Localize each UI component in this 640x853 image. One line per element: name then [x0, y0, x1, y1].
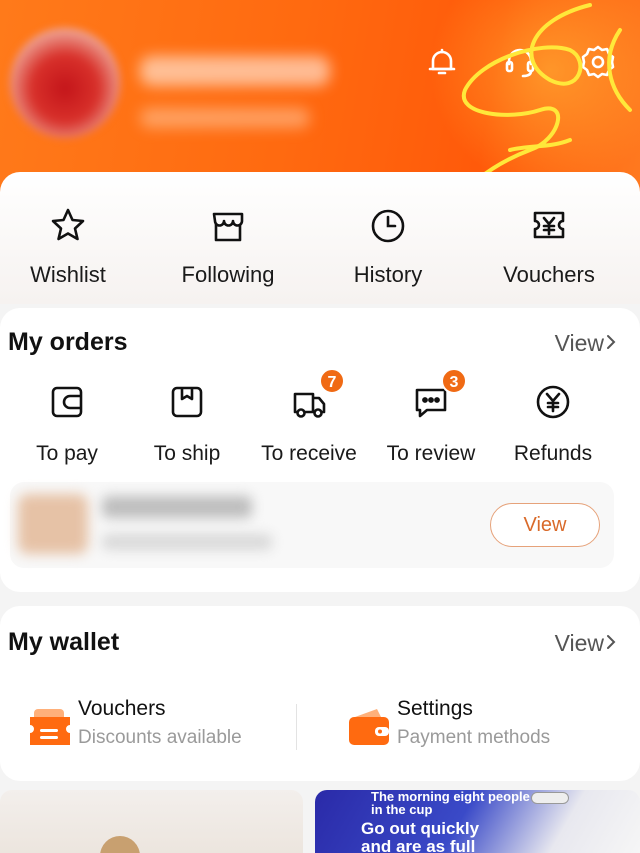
quick-link-label: History	[353, 262, 423, 287]
store-icon	[212, 212, 244, 242]
banner-tag	[531, 792, 569, 804]
order-to-ship[interactable]: To ship	[122, 382, 252, 466]
chevron-right-icon[interactable]	[604, 332, 618, 352]
header-glow	[420, 0, 640, 180]
order-label: To review	[386, 442, 476, 465]
yen-circle-icon	[536, 385, 570, 419]
quick-link-history[interactable]: History	[318, 204, 458, 288]
to-review-badge: 3	[441, 368, 467, 394]
username-blurred	[140, 56, 330, 86]
banner-headline-2: and are as full	[361, 837, 476, 853]
quick-links-card: Wishlist Following History Vouchers	[0, 172, 640, 304]
avatar[interactable]	[10, 28, 120, 138]
box-icon	[171, 386, 203, 418]
order-title-blurred	[102, 496, 252, 518]
chevron-right-icon[interactable]	[604, 632, 618, 652]
banner-small-text: The morning eight people in the cup	[371, 790, 530, 817]
product-thumbnail-blurred	[18, 494, 88, 554]
promo-banner-right[interactable]: The morning eight people in the cup Go o…	[315, 790, 640, 853]
order-label: To receive	[261, 442, 357, 465]
order-subtitle-blurred	[102, 534, 272, 550]
wallet-icon	[51, 386, 83, 418]
headset-icon[interactable]	[500, 42, 540, 82]
wallet-settings[interactable]: Settings Payment methods	[347, 697, 607, 757]
wallet-item-title: Settings	[397, 697, 473, 720]
wallet-item-subtitle: Payment methods	[397, 727, 551, 748]
wallet-item-title: Vouchers	[78, 697, 166, 720]
wallet-vouchers[interactable]: Vouchers Discounts available	[28, 697, 288, 757]
wallet-icon	[349, 709, 389, 745]
user-subtitle-blurred	[140, 108, 310, 128]
bell-icon[interactable]	[422, 42, 462, 82]
voucher-icon	[30, 709, 70, 745]
order-to-pay[interactable]: To pay	[2, 382, 132, 466]
quick-link-following[interactable]: Following	[158, 204, 298, 288]
recent-order-view-button[interactable]: View	[490, 503, 600, 547]
promo-banner-left[interactable]	[0, 790, 303, 853]
my-orders-title: My orders	[8, 328, 128, 356]
order-label: To pay	[36, 442, 98, 465]
order-to-review[interactable]: 3 To review	[366, 368, 496, 466]
quick-link-label: Vouchers	[503, 262, 595, 287]
quick-link-label: Wishlist	[30, 262, 106, 287]
my-wallet-title: My wallet	[8, 628, 120, 656]
to-receive-badge: 7	[319, 368, 345, 394]
order-refunds[interactable]: Refunds	[488, 382, 618, 466]
clock-icon	[371, 209, 405, 243]
quick-link-vouchers[interactable]: Vouchers	[479, 204, 619, 288]
wallet-item-subtitle: Discounts available	[78, 727, 242, 748]
banner-product-image	[100, 836, 140, 853]
wallet-divider	[296, 704, 297, 750]
orders-view-link[interactable]: View	[555, 330, 604, 357]
yen-ticket-icon	[533, 211, 565, 239]
wallet-view-link[interactable]: View	[555, 630, 604, 657]
order-label: To ship	[153, 442, 221, 465]
banner-headline-1: Go out quickly	[361, 819, 480, 838]
quick-link-label: Following	[181, 262, 275, 287]
order-label: Refunds	[513, 442, 593, 465]
gear-icon[interactable]	[578, 42, 618, 82]
order-to-receive[interactable]: 7 To receive	[244, 368, 374, 466]
star-icon	[51, 208, 85, 241]
quick-link-wishlist[interactable]: Wishlist	[0, 204, 138, 288]
